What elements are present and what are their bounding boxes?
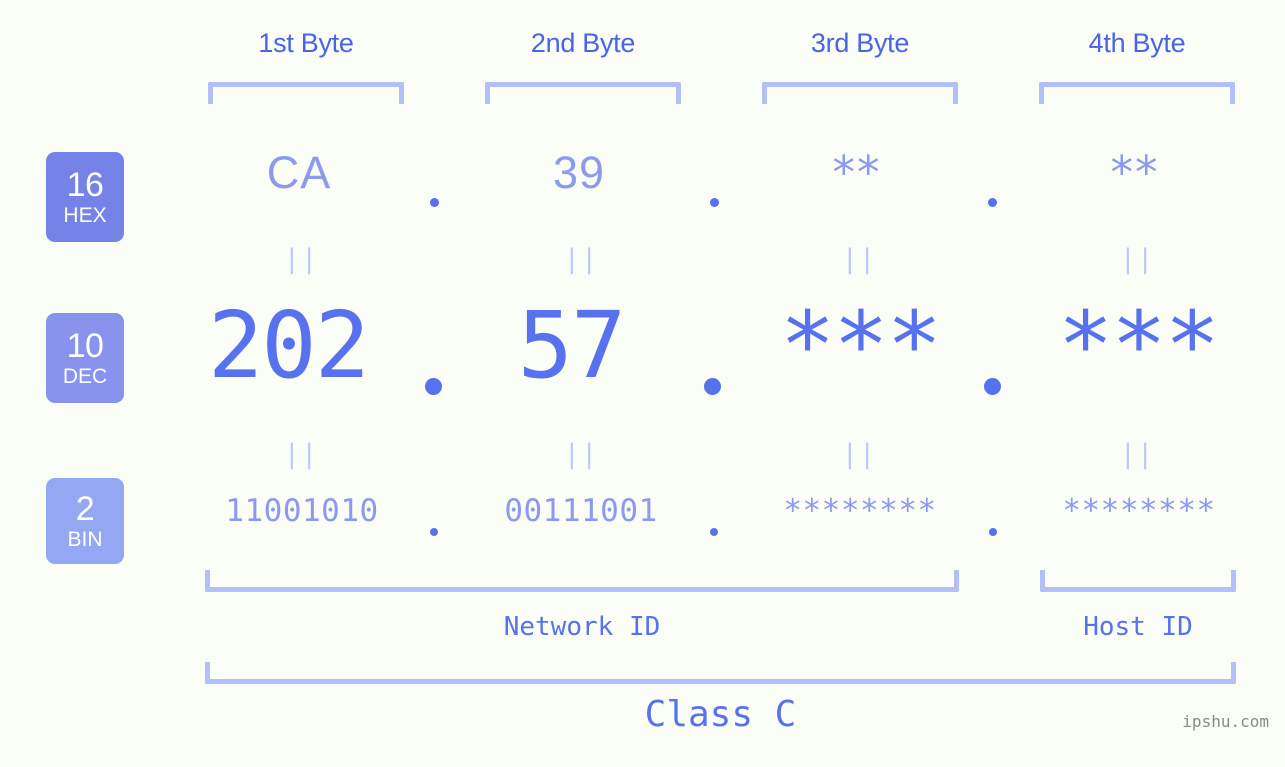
label-network-id: Network ID xyxy=(503,612,661,642)
label-host-id: Host ID xyxy=(1083,612,1193,642)
bin-separator-dot-1 xyxy=(430,528,438,536)
hex-separator-dot-1 xyxy=(430,198,439,207)
dec-value-4th-byte: *** xyxy=(1057,292,1220,399)
column-header-1st-byte: 1st Byte xyxy=(258,28,354,58)
base-badge-bin-name: BIN xyxy=(67,528,103,551)
bin-separator-dot-3 xyxy=(989,528,997,536)
equivalence-mark-hex-dec-1st-byte: || xyxy=(283,244,319,275)
top-bracket-1st-byte xyxy=(208,82,404,104)
hex-value-2nd-byte: 39 xyxy=(552,147,606,198)
column-header-4th-byte: 4th Byte xyxy=(1088,28,1186,58)
base-badge-hex: 16 HEX xyxy=(46,152,124,242)
hex-value-1st-byte: CA xyxy=(266,147,332,198)
base-badge-bin: 2 BIN xyxy=(46,478,124,564)
bin-value-4th-byte: ******** xyxy=(1062,493,1216,529)
equivalence-mark-hex-dec-4th-byte: || xyxy=(1119,244,1155,275)
hex-separator-dot-3 xyxy=(988,198,997,207)
dec-separator-dot-3 xyxy=(984,378,1001,395)
dec-separator-dot-1 xyxy=(425,378,442,395)
equivalence-mark-dec-bin-4th-byte: || xyxy=(1119,439,1155,470)
column-header-3rd-byte: 3rd Byte xyxy=(810,28,910,58)
bottom-bracket-network-id xyxy=(205,570,959,592)
base-badge-dec-number: 10 xyxy=(66,327,104,365)
base-badge-dec-name: DEC xyxy=(62,365,108,388)
top-bracket-4th-byte xyxy=(1039,82,1235,104)
bottom-bracket-class xyxy=(205,662,1236,684)
site-watermark: ipshu.com xyxy=(1182,712,1269,731)
hex-value-4th-byte: ** xyxy=(1110,146,1160,199)
equivalence-mark-dec-bin-2nd-byte: || xyxy=(563,439,599,470)
dec-value-3rd-byte: *** xyxy=(779,292,942,399)
equivalence-mark-dec-bin-3rd-byte: || xyxy=(841,439,877,470)
dec-value-2nd-byte: 57 xyxy=(517,292,627,399)
base-badge-dec: 10 DEC xyxy=(46,313,124,403)
ip-address-breakdown-diagram: 1st Byte 2nd Byte 3rd Byte 4th Byte 16 H… xyxy=(0,0,1285,767)
top-bracket-3rd-byte xyxy=(762,82,958,104)
bottom-bracket-host-id xyxy=(1040,570,1236,592)
equivalence-mark-hex-dec-3rd-byte: || xyxy=(841,244,877,275)
base-badge-hex-name: HEX xyxy=(63,204,107,227)
bin-separator-dot-2 xyxy=(710,528,718,536)
bin-value-3rd-byte: ******** xyxy=(783,493,937,529)
equivalence-mark-hex-dec-2nd-byte: || xyxy=(563,244,599,275)
label-class: Class C xyxy=(644,694,797,735)
top-bracket-2nd-byte xyxy=(485,82,681,104)
base-badge-bin-number: 2 xyxy=(75,490,95,528)
base-badge-hex-number: 16 xyxy=(66,166,104,204)
bin-value-1st-byte: 11001010 xyxy=(225,493,379,529)
column-header-2nd-byte: 2nd Byte xyxy=(530,28,636,58)
equivalence-mark-dec-bin-1st-byte: || xyxy=(283,439,319,470)
bin-value-2nd-byte: 00111001 xyxy=(504,493,658,529)
hex-value-3rd-byte: ** xyxy=(832,146,882,199)
dec-value-1st-byte: 202 xyxy=(207,292,370,399)
hex-separator-dot-2 xyxy=(710,198,719,207)
dec-separator-dot-2 xyxy=(704,378,721,395)
